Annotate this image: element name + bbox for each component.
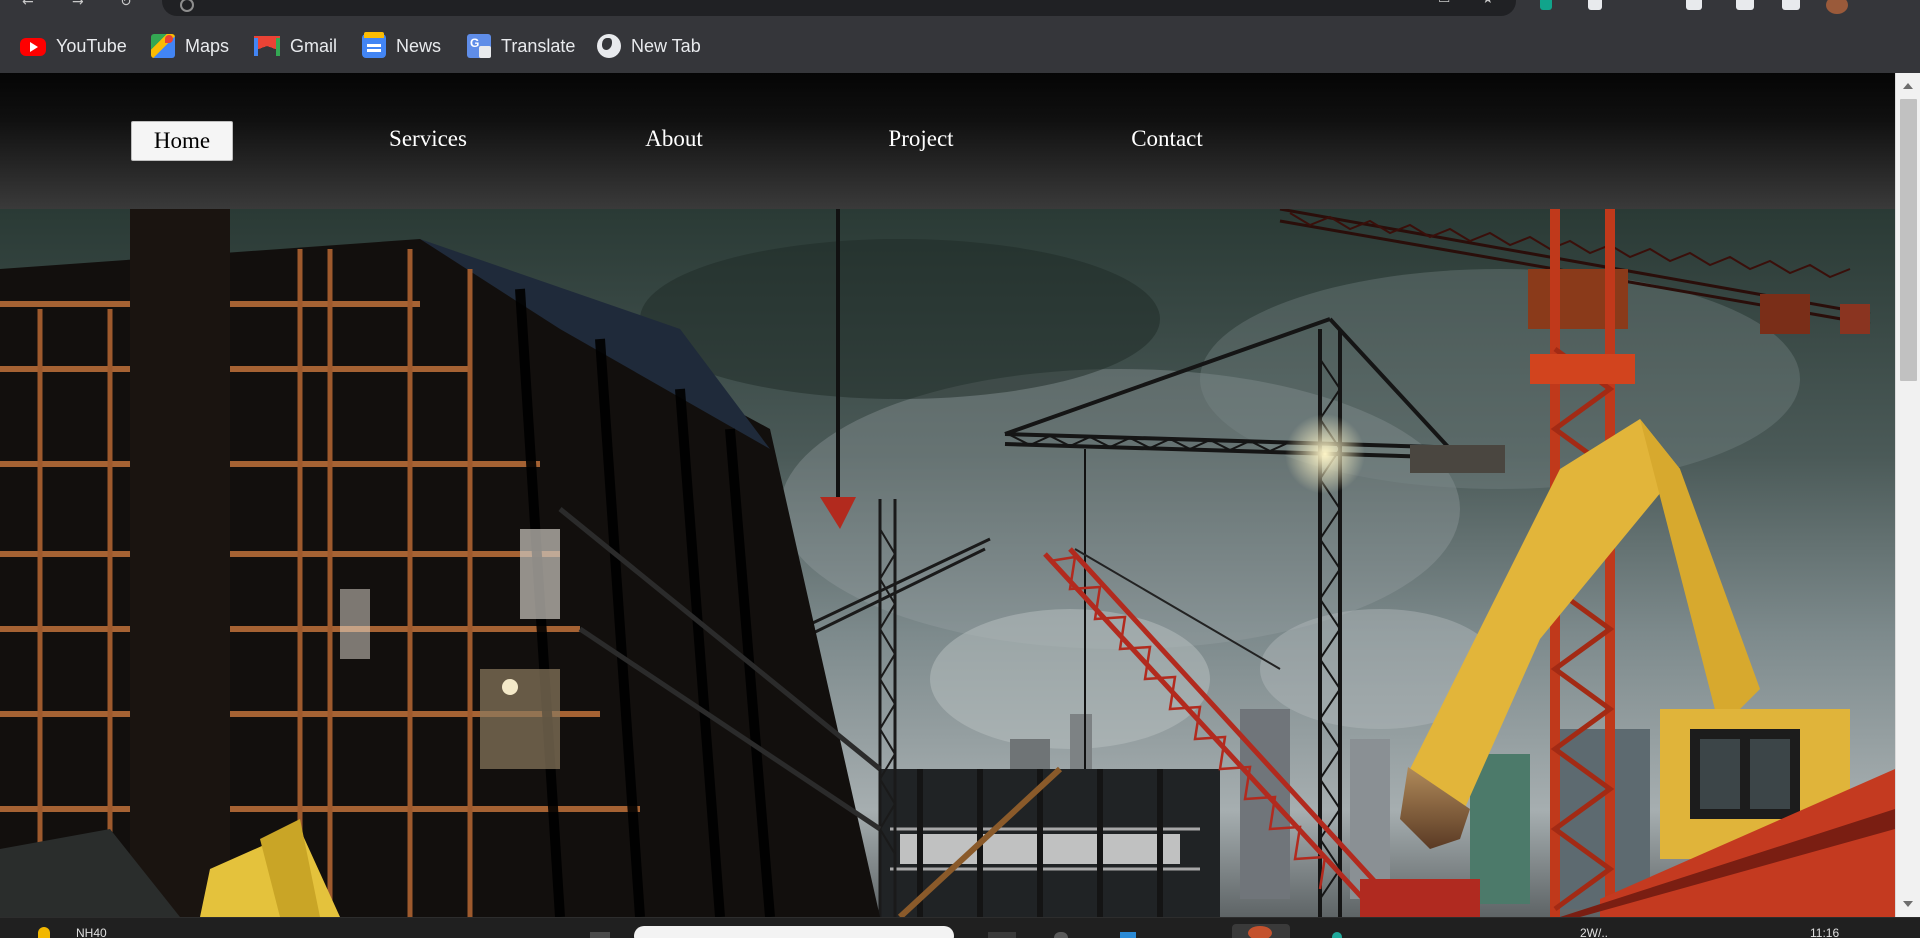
scroll-up-icon[interactable]	[1903, 83, 1913, 89]
nav-home[interactable]: Home	[131, 121, 233, 161]
install-app-icon[interactable]: ▭	[1438, 0, 1450, 7]
extension-icon[interactable]	[1588, 0, 1602, 10]
scrollbar-thumb[interactable]	[1900, 99, 1917, 381]
bookmark-new-tab[interactable]: New Tab	[597, 32, 701, 60]
extension-icon[interactable]	[1540, 0, 1552, 10]
bookmark-label: New Tab	[631, 35, 701, 56]
nav-contact[interactable]: Contact	[1116, 119, 1218, 159]
bookmark-youtube[interactable]: YouTube	[20, 32, 127, 60]
bookmark-label: YouTube	[56, 35, 127, 56]
sidepanel-icon[interactable]	[1736, 0, 1754, 10]
translate-icon	[467, 34, 491, 58]
bookmark-label: Translate	[501, 35, 576, 56]
start-icon[interactable]	[590, 932, 610, 938]
weather-text[interactable]: NH40	[76, 926, 107, 938]
youtube-icon	[20, 38, 46, 56]
nav-project[interactable]: Project	[866, 119, 976, 159]
bookmarks-bar: YouTube Maps Gmail News Translate New Ta…	[0, 18, 1920, 73]
address-bar[interactable]: ▭ ★	[162, 0, 1516, 16]
extension-icon[interactable]	[1782, 0, 1800, 10]
site-header: Home Services About Project Contact	[0, 73, 1895, 209]
scroll-down-icon[interactable]	[1903, 901, 1913, 907]
edge-icon[interactable]	[1120, 932, 1136, 938]
taskbar-search-input[interactable]	[634, 926, 954, 938]
back-icon[interactable]: ←	[22, 0, 38, 10]
system-tray-text: 2W/..	[1580, 926, 1609, 938]
chrome-icon	[1248, 926, 1272, 938]
task-view-icon[interactable]	[988, 932, 1016, 938]
avatar[interactable]	[1826, 0, 1848, 14]
page-viewport: Home Services About Project Contact	[0, 73, 1920, 917]
extension-icon[interactable]	[1686, 0, 1702, 10]
bookmark-translate[interactable]: Translate	[467, 32, 575, 60]
gmail-icon	[254, 36, 280, 56]
bookmark-star-icon[interactable]: ★	[1482, 0, 1494, 7]
globe-icon	[597, 34, 621, 58]
reload-icon[interactable]: ↻	[120, 0, 136, 10]
forward-icon[interactable]: →	[72, 0, 88, 10]
news-icon	[362, 32, 386, 58]
clock-time[interactable]: 11:16	[1810, 926, 1839, 938]
widgets-icon[interactable]	[1054, 932, 1068, 938]
construction-site-illustration	[0, 209, 1895, 917]
site-info-icon[interactable]	[180, 0, 194, 12]
nav-services[interactable]: Services	[368, 119, 488, 159]
weather-icon[interactable]	[38, 927, 50, 938]
vertical-scrollbar[interactable]	[1895, 73, 1920, 917]
bookmark-news[interactable]: News	[362, 32, 441, 60]
bookmark-maps[interactable]: Maps	[151, 32, 229, 60]
hero-image	[0, 209, 1895, 917]
bookmark-label: Gmail	[290, 35, 338, 56]
bookmark-label: Maps	[185, 35, 230, 56]
app-icon[interactable]	[1332, 932, 1342, 938]
browser-toolbar: ← → ↻ ▭ ★	[0, 0, 1920, 18]
os-taskbar: NH40 2W/.. 11:16	[0, 917, 1920, 938]
bookmark-gmail[interactable]: Gmail	[254, 32, 337, 60]
maps-icon	[151, 34, 175, 58]
bookmark-label: News	[396, 35, 442, 56]
nav-about[interactable]: About	[624, 119, 724, 159]
